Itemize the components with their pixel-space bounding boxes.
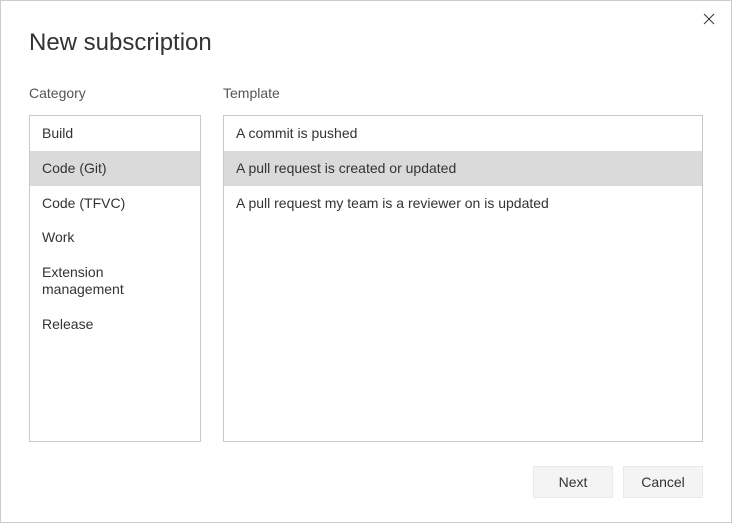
category-item[interactable]: Code (TFVC) (30, 186, 200, 221)
template-item[interactable]: A commit is pushed (224, 116, 702, 151)
category-item[interactable]: Build (30, 116, 200, 151)
footer: Next Cancel (1, 442, 731, 522)
close-icon (703, 13, 715, 25)
category-item[interactable]: Extension management (30, 255, 200, 307)
template-column: Template A commit is pushedA pull reques… (223, 85, 703, 442)
template-label: Template (223, 85, 703, 101)
dialog-title: New subscription (1, 1, 731, 57)
category-item[interactable]: Work (30, 220, 200, 255)
template-listbox[interactable]: A commit is pushedA pull request is crea… (223, 115, 703, 442)
template-item[interactable]: A pull request is created or updated (224, 151, 702, 186)
category-label: Category (29, 85, 201, 101)
category-item[interactable]: Code (Git) (30, 151, 200, 186)
next-button[interactable]: Next (533, 466, 613, 498)
cancel-button[interactable]: Cancel (623, 466, 703, 498)
category-item[interactable]: Release (30, 307, 200, 342)
category-column: Category BuildCode (Git)Code (TFVC)WorkE… (29, 85, 201, 442)
category-listbox[interactable]: BuildCode (Git)Code (TFVC)WorkExtension … (29, 115, 201, 442)
close-button[interactable] (701, 11, 717, 27)
template-item[interactable]: A pull request my team is a reviewer on … (224, 186, 702, 221)
content-area: Category BuildCode (Git)Code (TFVC)WorkE… (1, 57, 731, 442)
